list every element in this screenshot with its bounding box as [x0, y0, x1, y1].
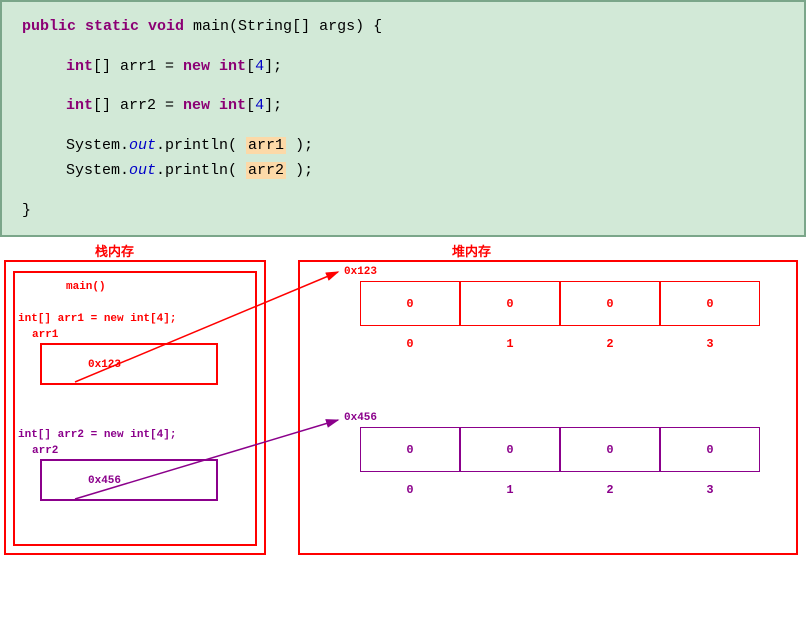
code-line-2: int[] arr1 = new int[4]; — [22, 54, 784, 80]
heap-addr1: 0x123 — [344, 266, 377, 278]
arr1-idx-0: 0 — [360, 337, 460, 351]
arr1-idx-2: 2 — [560, 337, 660, 351]
highlighted-var: arr1 — [246, 137, 286, 154]
arr1-idx-3: 3 — [660, 337, 760, 351]
memory-diagram: 栈内存 堆内存 main() int[] arr1 = new int[4]; … — [0, 237, 806, 558]
arr2-address: 0x456 — [88, 475, 121, 487]
arr1-indices: 0 1 2 3 — [360, 337, 760, 351]
code-line-1: public static void main(String[] args) { — [22, 14, 784, 40]
arr2-heap-cells: 0 0 0 0 — [360, 427, 760, 472]
code-line-4: System.out.println( arr1 ); — [22, 133, 784, 159]
out-reference: out — [129, 162, 156, 179]
arr1-cell-1: 0 — [460, 281, 560, 326]
arr1-cell-3: 0 — [660, 281, 760, 326]
heap-addr2: 0x456 — [344, 412, 377, 424]
main-label: main() — [66, 281, 106, 293]
arr1-heap-cells: 0 0 0 0 — [360, 281, 760, 326]
new-keyword: new int — [183, 97, 246, 114]
arr2-cell-3: 0 — [660, 427, 760, 472]
code-line-3: int[] arr2 = new int[4]; — [22, 93, 784, 119]
code-line-6: } — [22, 198, 784, 224]
arr2-idx-0: 0 — [360, 483, 460, 497]
new-keyword: new int — [183, 58, 246, 75]
arr2-idx-2: 2 — [560, 483, 660, 497]
arr2-indices: 0 1 2 3 — [360, 483, 760, 497]
keyword-declaration: public static void — [22, 18, 184, 35]
type-keyword: int — [66, 97, 93, 114]
arr1-slot-box — [40, 343, 218, 385]
array-size: 4 — [255, 58, 264, 75]
array-size: 4 — [255, 97, 264, 114]
arr2-cell-1: 0 — [460, 427, 560, 472]
arr2-declaration: int[] arr2 = new int[4]; — [18, 429, 176, 441]
arr2-idx-3: 3 — [660, 483, 760, 497]
stack-memory-label: 栈内存 — [95, 241, 134, 260]
heap-memory-label: 堆内存 — [452, 241, 491, 260]
arr1-idx-1: 1 — [460, 337, 560, 351]
method-signature: main(String[] args) { — [193, 18, 382, 35]
type-keyword: int — [66, 58, 93, 75]
arr2-var-label: arr2 — [32, 445, 58, 457]
highlighted-var: arr2 — [246, 162, 286, 179]
arr2-cell-2: 0 — [560, 427, 660, 472]
code-block: public static void main(String[] args) {… — [0, 0, 806, 237]
code-line-5: System.out.println( arr2 ); — [22, 158, 784, 184]
arr2-cell-0: 0 — [360, 427, 460, 472]
arr1-cell-0: 0 — [360, 281, 460, 326]
out-reference: out — [129, 137, 156, 154]
arr1-address: 0x123 — [88, 359, 121, 371]
arr1-var-label: arr1 — [32, 329, 58, 341]
arr2-idx-1: 1 — [460, 483, 560, 497]
arr1-cell-2: 0 — [560, 281, 660, 326]
arr2-slot-box — [40, 459, 218, 501]
arr1-declaration: int[] arr1 = new int[4]; — [18, 313, 176, 325]
